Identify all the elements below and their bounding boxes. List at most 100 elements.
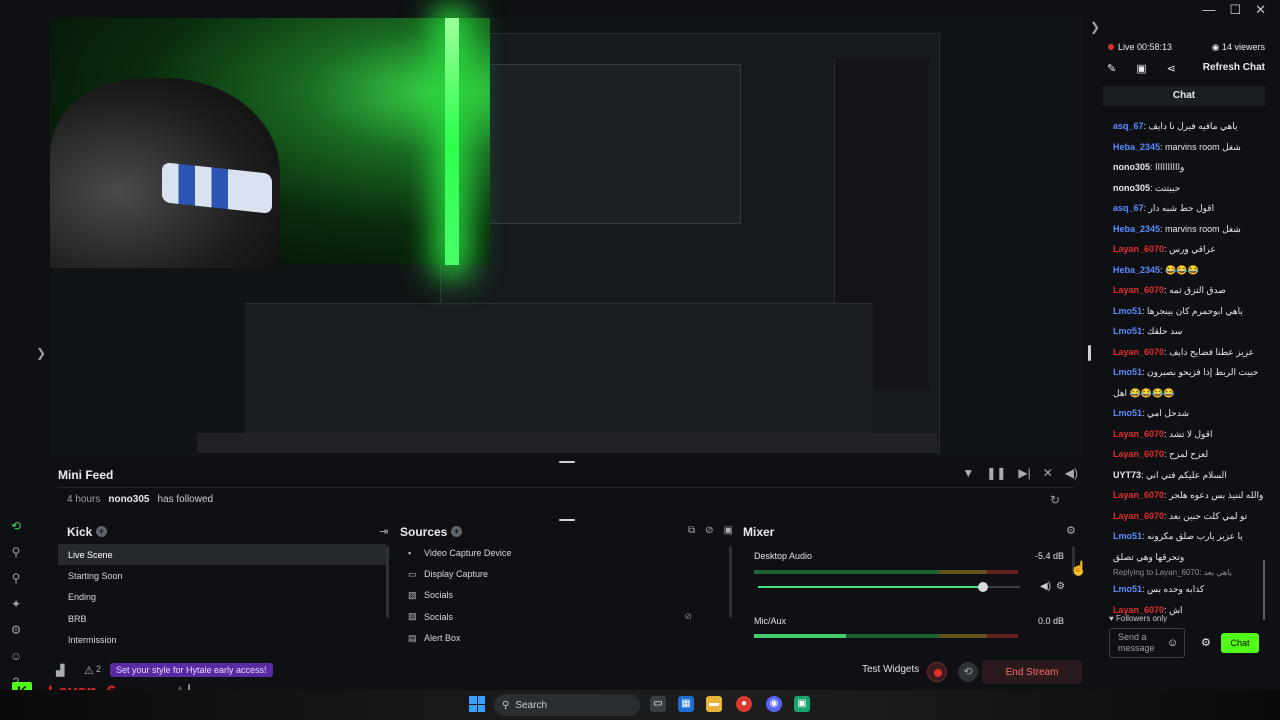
- send-chat-button[interactable]: Chat: [1221, 633, 1259, 653]
- chat-message[interactable]: UYT73: السلام عليكم فتي اني: [1113, 465, 1263, 486]
- chat-username[interactable]: asq_67: [1113, 121, 1144, 131]
- chat-username[interactable]: Layan_6070: [1113, 605, 1164, 615]
- replay-buffer-icon[interactable]: ⟲: [958, 662, 978, 682]
- promo-banner[interactable]: Set your style for Hytale early access!: [110, 663, 273, 677]
- chat-message[interactable]: asq_67: اقول حط شبه دار: [1113, 198, 1263, 219]
- pause-icon[interactable]: ❚❚: [986, 466, 1006, 480]
- toggle-panel-icon[interactable]: ▣: [724, 525, 733, 536]
- scene-item[interactable]: Intermission: [58, 630, 386, 651]
- test-widgets-button[interactable]: Test Widgets: [862, 664, 919, 675]
- chat-message[interactable]: Heba_2345: marvins room شغل: [1113, 137, 1263, 158]
- chat-message[interactable]: asq_67: ياهي مافيه فيرل نا دايف: [1113, 116, 1263, 137]
- hide-all-icon[interactable]: ⊘: [705, 525, 713, 536]
- chat-message[interactable]: Layan_6070: عراقي ورس: [1113, 239, 1263, 260]
- chat-username[interactable]: Lmo51: [1113, 584, 1142, 594]
- source-item[interactable]: ▭ Display Capture: [402, 563, 732, 584]
- skip-icon[interactable]: ▶|: [1018, 466, 1030, 480]
- maximize-button[interactable]: ☐: [1229, 2, 1241, 18]
- chat-message[interactable]: Layan_6070: تو لمي كلت حبين بعد: [1113, 506, 1263, 527]
- chat-resize-handle[interactable]: [1088, 345, 1091, 361]
- chat-message[interactable]: Lmo51: كذابه وحده بس: [1113, 579, 1263, 600]
- chat-settings-icon[interactable]: ⚙: [1201, 636, 1211, 649]
- task-view-icon[interactable]: ▭: [650, 696, 666, 712]
- chat-message[interactable]: Lmo51: يا عزيز يارب صلق مكرونه: [1113, 526, 1263, 547]
- store-icon[interactable]: ▦: [678, 696, 694, 712]
- mute-alerts-icon[interactable]: ✕: [1043, 466, 1053, 480]
- broadcast-icon[interactable]: ⟲: [11, 519, 21, 533]
- chat-username[interactable]: Heba_2345: [1113, 265, 1160, 275]
- app-icon[interactable]: ▣: [794, 696, 810, 712]
- scene-item[interactable]: BRB: [58, 608, 386, 629]
- chat-username[interactable]: Lmo51: [1113, 408, 1142, 418]
- chat-message[interactable]: Lmo51: سد حلقك: [1113, 321, 1263, 342]
- taskbar-search[interactable]: ⚲ Search: [494, 694, 640, 716]
- replay-alert-icon[interactable]: ↻: [1050, 493, 1060, 507]
- chat-username[interactable]: Layan_6070: [1113, 429, 1164, 439]
- volume-knob[interactable]: [978, 582, 989, 592]
- hidden-eye-icon[interactable]: ⊘: [684, 611, 692, 622]
- chat-message[interactable]: Layan_6070: والله لننيذ بس دعوه هلحر: [1113, 485, 1263, 506]
- chat-username[interactable]: nono305: [1113, 183, 1150, 193]
- dock-grip[interactable]: [559, 519, 575, 521]
- source-item[interactable]: ▨ Socials ⊘: [402, 606, 732, 627]
- chat-username[interactable]: Lmo51: [1113, 367, 1142, 377]
- chat-message[interactable]: Layan_6070: اقول لا تشد: [1113, 424, 1263, 445]
- end-stream-button[interactable]: End Stream: [982, 660, 1082, 684]
- gear-icon[interactable]: ⚙: [11, 623, 22, 637]
- scenes-scrollbar[interactable]: [386, 546, 389, 618]
- volume-icon[interactable]: ◀): [1065, 466, 1078, 480]
- alert-icon[interactable]: ⚠: [84, 664, 94, 677]
- source-item[interactable]: ▨ Socials: [402, 585, 732, 606]
- discord-icon[interactable]: ◉: [766, 696, 782, 712]
- chat-username[interactable]: asq_67: [1113, 203, 1144, 213]
- emoji-icon[interactable]: ☺: [1167, 637, 1178, 649]
- chrome-icon[interactable]: ●: [736, 696, 752, 712]
- chat-username[interactable]: Lmo51: [1113, 326, 1142, 336]
- chat-username[interactable]: Layan_6070: [1113, 244, 1164, 254]
- scene-item[interactable]: Starting Soon: [58, 565, 386, 586]
- chat-username[interactable]: Lmo51: [1113, 531, 1142, 541]
- clip-icon[interactable]: ▣: [1136, 62, 1146, 75]
- chat-message[interactable]: Lmo51: حبيت الربط إذا فزيحو بصبرون: [1113, 362, 1263, 383]
- collapse-chat-icon[interactable]: ❯: [1090, 20, 1100, 34]
- transition-icon[interactable]: ⇥: [379, 525, 388, 538]
- add-scene-button[interactable]: +: [96, 526, 107, 537]
- refresh-chat-button[interactable]: Refresh Chat: [1203, 62, 1265, 73]
- chat-message[interactable]: اهل 😂😂😂😂: [1113, 383, 1263, 404]
- stats-icon[interactable]: ▟: [56, 664, 64, 677]
- chat-username[interactable]: Layan_6070: [1113, 285, 1164, 295]
- link-icon[interactable]: ⚲: [12, 571, 21, 585]
- link-icon[interactable]: ⚲: [12, 545, 21, 559]
- chat-username[interactable]: Lmo51: [1113, 306, 1142, 316]
- file-explorer-icon[interactable]: ▬: [706, 696, 722, 712]
- chat-message[interactable]: Layan_6070: لعزح لمزح: [1113, 444, 1263, 465]
- user-icon[interactable]: ☺: [10, 649, 22, 663]
- filter-icon[interactable]: ▼: [962, 466, 974, 480]
- volume-slider[interactable]: [758, 582, 1020, 592]
- add-source-button[interactable]: +: [451, 526, 462, 537]
- scene-item[interactable]: Ending: [58, 587, 386, 608]
- share-icon[interactable]: ⋖: [1167, 62, 1176, 75]
- scene-item[interactable]: Live Scene: [58, 544, 386, 566]
- close-button[interactable]: ✕: [1255, 2, 1266, 18]
- source-item[interactable]: ▤ Alert Box: [402, 628, 732, 649]
- chat-message[interactable]: nono305: حبيتتت: [1113, 178, 1263, 199]
- copy-icon[interactable]: ⧉: [688, 525, 695, 536]
- sources-scrollbar[interactable]: [729, 546, 732, 618]
- mixer-gear-icon[interactable]: ⚙: [1066, 524, 1076, 537]
- chat-message[interactable]: Lmo51: ياهي ابوحمرم كان بينجرها: [1113, 301, 1263, 322]
- chat-message[interactable]: Heba_2345: 😂😂😂: [1113, 260, 1263, 281]
- chat-username[interactable]: Layan_6070: [1113, 449, 1164, 459]
- chat-username[interactable]: nono305: [1113, 162, 1150, 172]
- chat-username[interactable]: Heba_2345: [1113, 224, 1160, 234]
- speaker-icon[interactable]: ◀): [1040, 581, 1051, 592]
- pencil-icon[interactable]: ✎: [1107, 62, 1116, 75]
- chat-scrollbar[interactable]: [1263, 560, 1265, 620]
- chat-message[interactable]: nono305: واااااااااا: [1113, 157, 1263, 178]
- feed-event-user[interactable]: nono305: [108, 494, 149, 505]
- sparkle-icon[interactable]: ✦: [11, 597, 21, 611]
- source-item[interactable]: ▪ Video Capture Device: [402, 542, 732, 563]
- chat-username[interactable]: Heba_2345: [1113, 142, 1160, 152]
- chat-message[interactable]: وتحرقها وهي تصلق: [1113, 547, 1263, 568]
- chat-message[interactable]: Layan_6070: صدق التزق ثمه: [1113, 280, 1263, 301]
